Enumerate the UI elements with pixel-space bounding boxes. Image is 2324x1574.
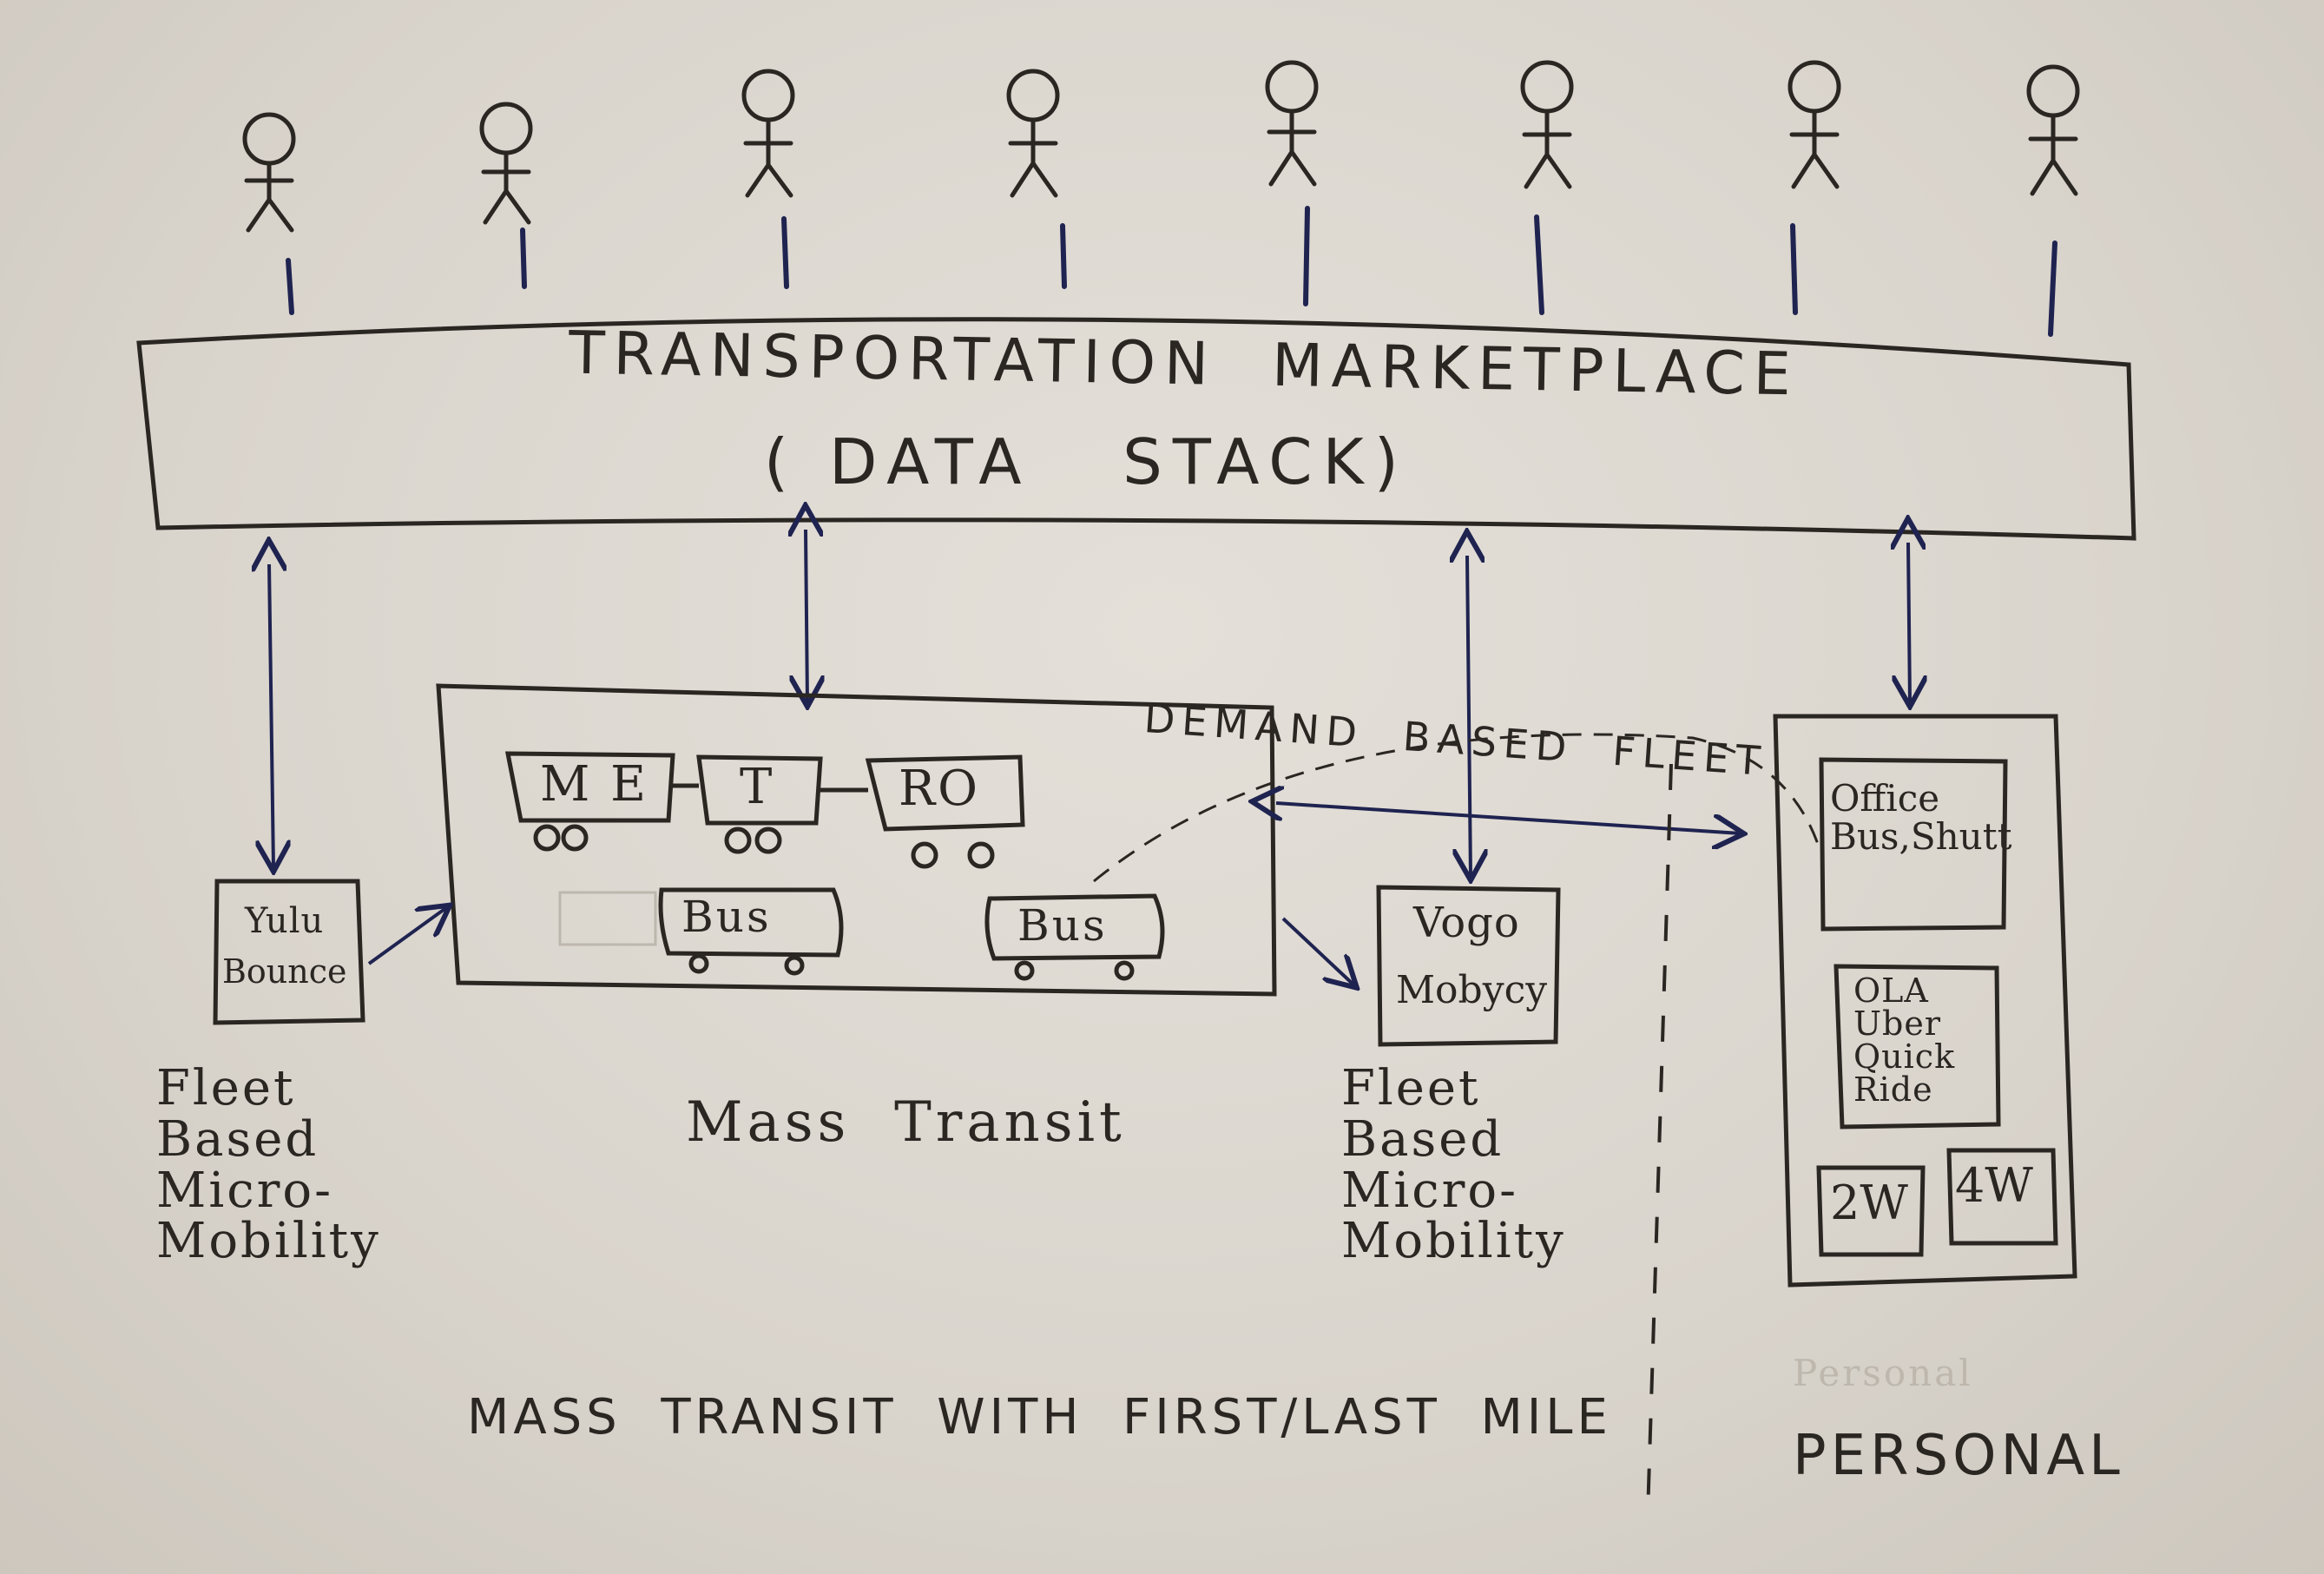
personal-label: PERSONAL [1793, 1424, 2124, 1488]
mass-transit-first-last-mile-label: MASS TRANSIT WITH FIRST/LAST MILE [467, 1389, 1612, 1446]
office-bus-label: Office Bus,Shutt [1830, 777, 2012, 859]
marketplace-title-line2: ( DATA STACK) [764, 425, 1409, 498]
bounce-label: Bounce [222, 952, 347, 991]
person-icon-1 [242, 112, 296, 233]
yulu-label: Yulu [245, 901, 325, 941]
person-icon-4 [1006, 69, 1060, 198]
transit-to-vogo-arrow [1281, 917, 1354, 985]
bus1-label: Bus [681, 892, 772, 942]
diagram-page: TRANSPORTATION MARKETPLACE ( DATA STACK)… [0, 0, 2324, 1574]
person-icon-3 [741, 69, 795, 198]
stick-figures [242, 60, 2080, 233]
ola-uber-label: OLA Uber Quick Ride [1853, 971, 1956, 1109]
person-icon-6 [1520, 60, 1574, 189]
person-icon-8 [2026, 64, 2080, 196]
personal-faint-label: Personal [1793, 1352, 1973, 1394]
four-wheeler-label: 4W [1955, 1158, 2033, 1213]
mobycy-label: Mobycy [1396, 968, 1548, 1012]
person-icon-7 [1787, 60, 1841, 189]
people-connectors [286, 206, 2057, 337]
fleet-right-caption: Fleet Based Micro- Mobility [1341, 1060, 1566, 1270]
bus2-label: Bus [1017, 900, 1108, 951]
metro-car2-label: T [740, 759, 775, 815]
two-wheeler-label: 2W [1830, 1176, 1908, 1230]
mass-transit-caption: Mass Transit [686, 1090, 1126, 1155]
metro-car1-label: M E [540, 756, 649, 813]
metro-car3-label: RO [899, 761, 981, 817]
person-icon-5 [1265, 60, 1319, 187]
vogo-label: Vogo [1413, 899, 1520, 947]
mass-transit-faint-bar [558, 891, 657, 946]
person-icon-2 [479, 102, 533, 225]
section-divider [1646, 763, 1673, 1516]
yulu-to-transit-arrow [367, 907, 447, 965]
fleet-left-caption: Fleet Based Micro- Mobility [156, 1060, 381, 1270]
